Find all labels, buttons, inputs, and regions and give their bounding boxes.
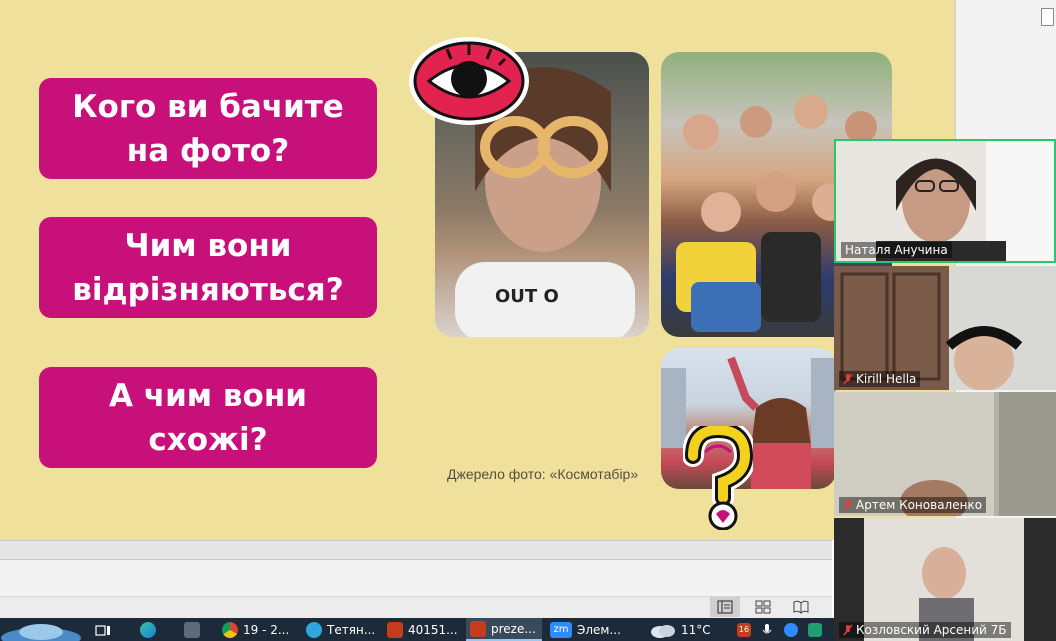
slide-sorter-button[interactable] bbox=[748, 597, 778, 617]
question-how-they-alike: А чим вони схожі? bbox=[39, 367, 377, 468]
status-bar bbox=[0, 596, 832, 618]
muted-mic-icon bbox=[843, 624, 853, 636]
taskbar-powerpoint-active[interactable]: preze... bbox=[466, 618, 542, 641]
normal-view-icon bbox=[717, 600, 733, 614]
normal-view-button[interactable] bbox=[710, 597, 740, 617]
widgets-icon bbox=[1, 624, 81, 641]
tray-zoom[interactable] bbox=[784, 618, 802, 641]
calculator-button[interactable] bbox=[184, 618, 208, 641]
tray-app[interactable]: 16 bbox=[737, 618, 757, 641]
participant-name-label: Наталя Анучина bbox=[841, 242, 952, 258]
powerpoint-icon bbox=[387, 621, 403, 638]
green-app-icon bbox=[808, 622, 822, 637]
notes-splitter[interactable] bbox=[0, 540, 832, 560]
task-view-icon bbox=[95, 624, 110, 636]
question-mark-sticker-icon bbox=[683, 426, 753, 530]
presentation-slide: Кого ви бачите на фото? Чим вони відрізн… bbox=[0, 0, 955, 540]
eye-sticker-icon bbox=[409, 37, 529, 125]
scroll-handle[interactable] bbox=[1041, 8, 1054, 26]
question-who-do-you-see: Кого ви бачите на фото? bbox=[39, 78, 377, 179]
microphone-icon bbox=[762, 623, 772, 633]
zoom-icon: zm bbox=[550, 621, 572, 638]
screen: Кого ви бачите на фото? Чим вони відрізн… bbox=[0, 0, 1056, 641]
video-tile-participant[interactable]: Козловский Арсений 7Б bbox=[834, 518, 1056, 641]
widgets-button[interactable] bbox=[0, 618, 82, 641]
zoom-tray-icon bbox=[784, 622, 798, 637]
task-view-button[interactable] bbox=[95, 618, 117, 641]
edge-icon bbox=[140, 621, 156, 638]
question-how-they-differ: Чим вони відрізняються? bbox=[39, 217, 377, 318]
reading-view-button[interactable] bbox=[786, 597, 816, 617]
taskbar-telegram[interactable]: Тетян... bbox=[306, 618, 378, 641]
taskbar-zoom[interactable]: zm Элем... bbox=[550, 618, 622, 641]
video-tile-participant[interactable]: Артем Коноваленко bbox=[834, 392, 1056, 516]
cloud-icon bbox=[651, 624, 675, 638]
svg-text:OUT O: OUT O bbox=[495, 286, 559, 307]
tray-app-green[interactable] bbox=[808, 618, 826, 641]
participant-name-label: Kirill Hella bbox=[839, 371, 921, 387]
weather-widget[interactable]: 11°C bbox=[650, 618, 720, 641]
tray-microphone[interactable] bbox=[762, 618, 776, 641]
powerpoint-icon bbox=[470, 620, 486, 637]
muted-mic-icon bbox=[843, 373, 853, 385]
speaker-notes-area[interactable] bbox=[0, 560, 832, 596]
reading-view-icon bbox=[793, 600, 809, 614]
slide-sorter-icon bbox=[755, 600, 771, 614]
video-tile-participant[interactable]: Kirill Hella bbox=[834, 266, 1056, 390]
taskbar-chrome[interactable]: 19 - 2... bbox=[222, 618, 294, 641]
participant-name-label: Козловский Арсений 7Б bbox=[839, 622, 1011, 638]
participant-name-label: Артем Коноваленко bbox=[839, 497, 987, 513]
chrome-icon bbox=[222, 621, 238, 638]
edge-button[interactable] bbox=[140, 618, 166, 641]
telegram-icon bbox=[306, 621, 322, 638]
photo-source-caption: Джерело фото: «Космотабір» bbox=[447, 466, 639, 482]
taskbar-powerpoint-1[interactable]: 40151... bbox=[387, 618, 459, 641]
calculator-icon bbox=[184, 621, 200, 638]
muted-mic-icon bbox=[843, 499, 853, 511]
video-tile-participant[interactable]: Наталя Анучина bbox=[834, 139, 1056, 263]
tray-badge-icon: 16 bbox=[737, 622, 751, 637]
